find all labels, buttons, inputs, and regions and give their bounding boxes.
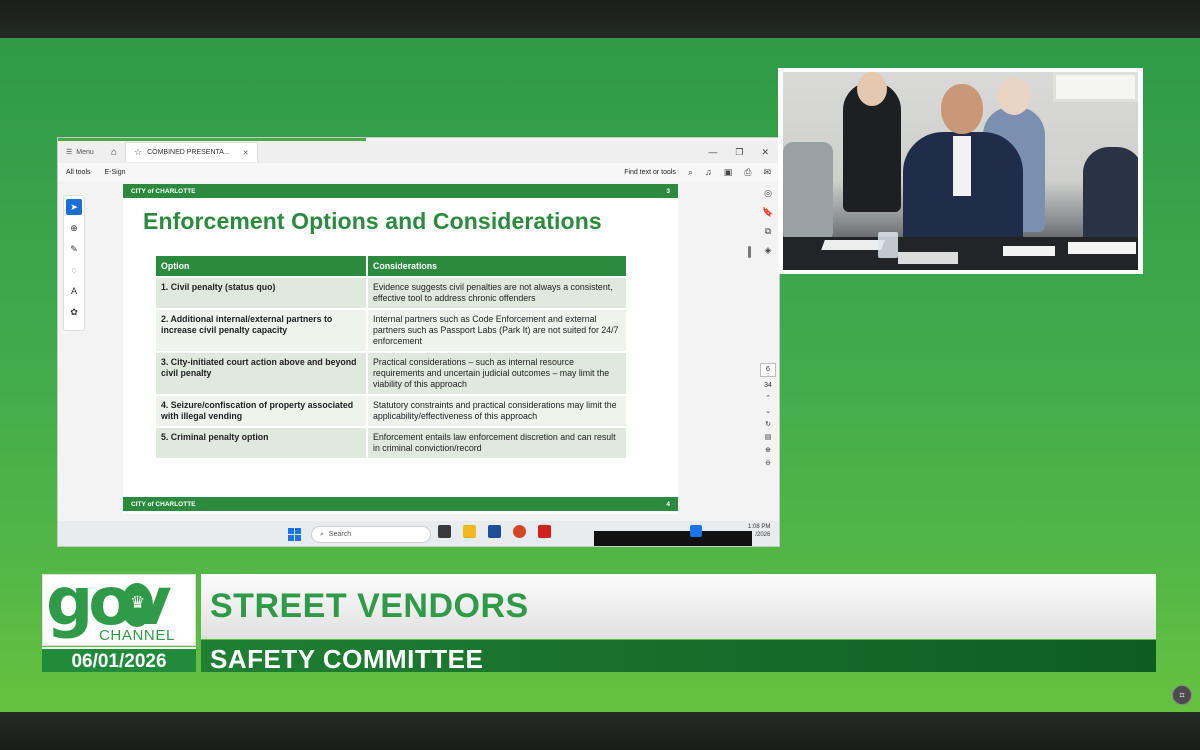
next-slide-header-strip: CITY of CHARLOTTE 4 [123,497,678,511]
hamburger-icon: ☰ [66,149,73,156]
crown-icon: ♛ [121,583,153,627]
pdf-page: CITY of CHARLOTTE 3 Enforcement Options … [123,184,678,514]
stamp-icon[interactable]: ✿ [66,304,82,320]
page-navigator: 6 34 ⌃ ⌄ ↻ ▤ ⊕ ⊖ [758,363,778,467]
minimize-icon[interactable]: — [708,147,717,158]
text-box-icon[interactable]: A [66,283,82,299]
option-cell: 5. Criminal penalty option [156,425,368,458]
menu-button[interactable]: ☰ Menu [58,148,103,157]
star-icon[interactable]: ☆ [134,147,142,158]
broadcast-date: 06/01/2026 [42,647,196,672]
org-label: CITY of CHARLOTTE [131,500,196,508]
bookmark-icon[interactable]: 🔖 [762,207,773,218]
lasso-icon[interactable]: ◌ [66,262,82,278]
save-icon[interactable]: ▣ [724,167,733,178]
search-icon[interactable]: ⌕ [688,167,693,178]
close-icon[interactable]: ✕ [761,147,769,158]
table-row: 4. Seizure/confiscation of property asso… [156,393,628,427]
page-down-icon[interactable]: ⌄ [765,407,771,415]
taskbar-search[interactable]: ⌕ Search [311,526,431,543]
powerpoint-icon[interactable] [513,525,526,538]
pdf-viewer-window: ☰ Menu ⌂ ☆ COMBINED PRESENTA... ✕ — ❐ ✕ … [57,137,780,547]
camera-feed-frame [778,68,1143,274]
main-toolbar: All tools E-Sign Find text or tools ⌕ ♫ … [58,163,779,181]
title-bar: ☰ Menu ⌂ ☆ COMBINED PRESENTA... ✕ — ❐ ✕ [58,141,779,163]
zoom-out-icon[interactable]: ⊖ [765,459,771,467]
program-title: STREET VENDORS [210,587,529,625]
search-icon: ⌕ [320,530,324,538]
taskbar-clock[interactable]: 1:08 PM /2026 [748,524,770,540]
rotate-icon[interactable]: ↻ [765,420,771,428]
redaction-bar [594,531,752,546]
lower-third-subtitle: SAFETY COMMITTEE [201,640,1156,674]
mail-icon[interactable]: ✉ [763,167,771,178]
page-up-icon[interactable]: ⌃ [765,394,771,402]
file-explorer-icon[interactable] [463,525,476,538]
program-subtitle: SAFETY COMMITTEE [210,644,484,674]
restore-icon[interactable]: ❐ [735,147,743,158]
acrobat-icon[interactable] [538,525,551,538]
select-cursor-icon[interactable]: ➤ [66,199,82,215]
slide-header-strip: CITY of CHARLOTTE 3 [123,184,678,198]
left-tool-palette: ➤ ⊕ ✎ ◌ A ✿ [63,195,85,331]
option-cell: 4. Seizure/confiscation of property asso… [156,393,368,427]
logo-channel-text: CHANNEL [99,627,175,644]
task-view-icon[interactable] [438,525,451,538]
current-page-field[interactable]: 6 [760,363,776,377]
tray-icon[interactable] [690,525,702,537]
slide-title: Enforcement Options and Considerations [143,208,602,234]
slide-page-number: 4 [666,500,670,508]
zoom-in-icon[interactable]: ⊕ [765,446,771,454]
headphones-icon[interactable]: ♫ [705,167,712,177]
pen-icon[interactable]: ✎ [66,241,82,257]
enforcement-options-table: Option Considerations 1. Civil penalty (… [156,256,628,458]
document-tab[interactable]: ☆ COMBINED PRESENTA... ✕ [125,142,258,162]
top-letterbox [0,0,1200,38]
app-icon[interactable] [488,525,501,538]
consideration-cell: Evidence suggests civil penalties are no… [367,276,628,309]
pages-icon[interactable]: ⧉ [765,226,771,237]
meeting-camera-image [783,72,1138,270]
table-header-considerations: Considerations [367,256,628,277]
tab-label: COMBINED PRESENTA... [147,149,230,156]
lower-third-title: STREET VENDORS [201,574,1156,639]
comment-icon[interactable]: ⊕ [66,220,82,236]
layers-icon[interactable]: ◈ [765,245,772,256]
taskbar-apps [438,525,551,538]
captions-button[interactable]: ⌗ [1172,685,1192,705]
windows-taskbar: ⌕ Search 1:08 PM /2026 [58,521,779,546]
windows-start-icon[interactable] [288,528,301,541]
table-header-option: Option [156,256,368,277]
table-row: 2. Additional internal/external partners… [156,307,628,352]
all-tools-button[interactable]: All tools [66,169,91,176]
option-cell: 2. Additional internal/external partners… [156,307,368,352]
find-tools-button[interactable]: Find text or tools [624,169,676,176]
total-pages: 34 [764,382,772,389]
menu-label: Menu [76,148,94,156]
table-row: 5. Criminal penalty option Enforcement e… [156,425,628,458]
right-tool-rail: ◎ 🔖 ⧉ ◈ [758,188,778,256]
consideration-cell: Statutory constraints and practical cons… [367,393,628,427]
print-icon[interactable]: ⎙ [744,167,751,178]
clock-date: /2026 [755,531,771,538]
vertical-scrollbar[interactable] [748,246,751,258]
consideration-cell: Internal partners such as Code Enforceme… [367,307,628,352]
org-label: CITY of CHARLOTTE [131,187,196,195]
table-row: 3. City-initiated court action above and… [156,350,628,395]
consideration-cell: Practical considerations – such as inter… [367,350,628,395]
e-sign-button[interactable]: E-Sign [105,169,126,176]
home-icon[interactable]: ⌂ [103,147,125,158]
consideration-cell: Enforcement entails law enforcement disc… [367,425,628,458]
option-cell: 1. Civil penalty (status quo) [156,276,368,309]
page-info-icon[interactable]: ▤ [765,433,772,441]
tab-close-icon[interactable]: ✕ [243,149,249,157]
clock-time: 1:08 PM [748,524,771,530]
bottom-letterbox [0,712,1200,750]
gov-channel-logo: gov ♛ CHANNEL [42,569,196,646]
table-row: 1. Civil penalty (status quo) Evidence s… [156,276,628,309]
slide-page-number: 3 [666,187,670,195]
option-cell: 3. City-initiated court action above and… [156,350,368,395]
taskbar-search-placeholder: Search [328,531,352,538]
ai-assistant-icon[interactable]: ◎ [764,188,772,199]
